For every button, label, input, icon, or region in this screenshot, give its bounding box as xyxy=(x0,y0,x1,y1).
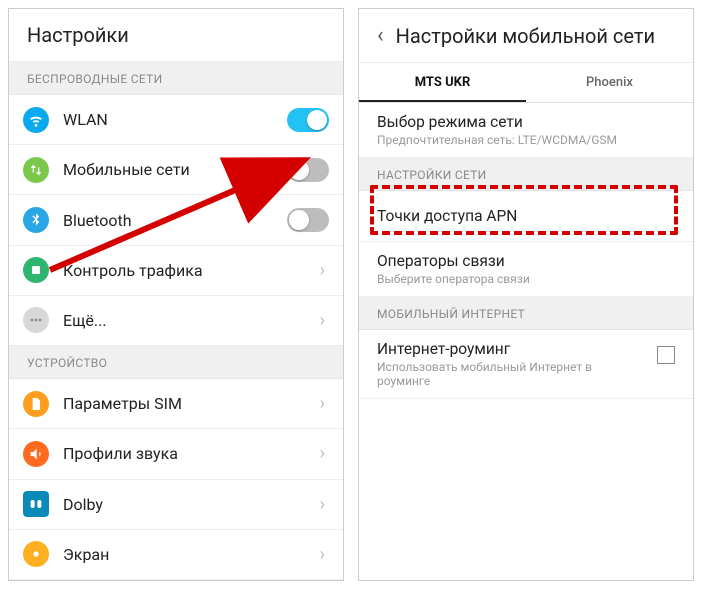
mobile-toggle[interactable] xyxy=(287,158,329,182)
chevron-right-icon: › xyxy=(316,393,329,414)
tab-phoenix[interactable]: Phoenix xyxy=(526,63,693,102)
setting-sub: Предпочтительная сеть: LTE/WCDMA/GSM xyxy=(377,133,675,147)
item-dolby[interactable]: Dolby › xyxy=(9,480,343,530)
setting-title: Интернет-роуминг xyxy=(377,340,645,358)
section-wireless: БЕСПРОВОДНЫЕ СЕТИ xyxy=(9,62,343,95)
back-icon[interactable]: ‹ xyxy=(377,23,384,48)
item-sound[interactable]: Профили звука › xyxy=(9,429,343,479)
item-label: Мобильные сети xyxy=(63,160,287,179)
setting-apn[interactable]: Точки доступа APN xyxy=(359,191,693,242)
section-net-settings: НАСТРОЙКИ СЕТИ xyxy=(359,158,693,191)
mobile-network-screen: ‹ Настройки мобильной сети MTS UKR Phoen… xyxy=(358,8,694,581)
header: ‹ Настройки мобильной сети xyxy=(359,9,693,63)
item-display[interactable]: Экран › xyxy=(9,530,343,580)
page-title: Настройки xyxy=(9,9,343,62)
tab-mts-ukr[interactable]: MTS UKR xyxy=(359,63,526,102)
section-device: УСТРОЙСТВО xyxy=(9,346,343,379)
traffic-icon xyxy=(23,257,49,283)
bluetooth-toggle[interactable] xyxy=(287,208,329,232)
setting-sub: Использовать мобильный Интернет в роумин… xyxy=(377,360,645,388)
setting-sub: Выберите оператора связи xyxy=(377,272,675,286)
setting-operators[interactable]: Операторы связи Выберите оператора связи xyxy=(359,242,693,297)
mobile-data-icon xyxy=(23,157,49,183)
item-traffic[interactable]: Контроль трафика › xyxy=(9,246,343,296)
sound-icon xyxy=(23,441,49,467)
chevron-right-icon: › xyxy=(316,443,329,464)
roaming-checkbox[interactable] xyxy=(657,346,675,364)
item-mobile-networks[interactable]: Мобильные сети xyxy=(9,145,343,195)
item-label: Контроль трафика xyxy=(63,261,316,280)
setting-title: Точки доступа APN xyxy=(377,207,675,225)
setting-roaming[interactable]: Интернет-роуминг Использовать мобильный … xyxy=(359,330,693,399)
item-label: Dolby xyxy=(63,495,316,514)
settings-screen: Настройки БЕСПРОВОДНЫЕ СЕТИ WLAN Мобильн… xyxy=(8,8,344,581)
item-label: Ещё... xyxy=(63,311,316,330)
setting-title: Операторы связи xyxy=(377,252,675,270)
chevron-right-icon: › xyxy=(316,310,329,331)
display-icon xyxy=(23,541,49,567)
item-label: WLAN xyxy=(63,110,287,129)
section-mobile-internet: МОБИЛЬНЫЙ ИНТЕРНЕТ xyxy=(359,297,693,330)
item-label: Экран xyxy=(63,545,316,564)
setting-network-mode[interactable]: Выбор режима сети Предпочтительная сеть:… xyxy=(359,103,693,158)
more-icon xyxy=(23,307,49,333)
item-label: Профили звука xyxy=(63,444,316,463)
chevron-right-icon: › xyxy=(316,260,329,281)
chevron-right-icon: › xyxy=(316,494,329,515)
sim-icon xyxy=(23,391,49,417)
bluetooth-icon xyxy=(23,207,49,233)
wifi-icon xyxy=(23,107,49,133)
dolby-icon xyxy=(23,491,49,517)
sim-tabs: MTS UKR Phoenix xyxy=(359,63,693,103)
item-sim[interactable]: Параметры SIM › xyxy=(9,379,343,429)
item-label: Параметры SIM xyxy=(63,394,316,413)
setting-title: Выбор режима сети xyxy=(377,113,675,131)
item-wlan[interactable]: WLAN xyxy=(9,95,343,145)
wlan-toggle[interactable] xyxy=(287,108,329,132)
item-more[interactable]: Ещё... › xyxy=(9,296,343,346)
item-bluetooth[interactable]: Bluetooth xyxy=(9,195,343,245)
page-title: Настройки мобильной сети xyxy=(396,24,655,48)
item-label: Bluetooth xyxy=(63,211,287,230)
chevron-right-icon: › xyxy=(316,544,329,565)
